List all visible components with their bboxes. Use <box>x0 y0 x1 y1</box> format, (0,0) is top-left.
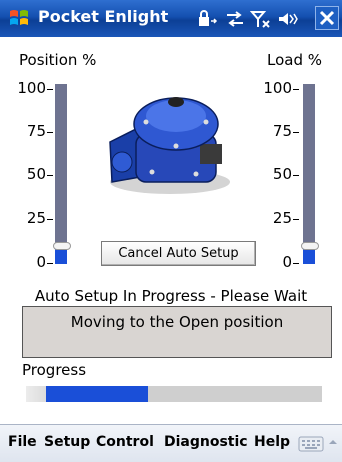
menu-help[interactable]: Help <box>254 434 290 450</box>
status-text: Auto Setup In Progress - Please Wait <box>34 287 308 305</box>
position-tick: 100 <box>17 79 46 97</box>
up-arrow-icon[interactable] <box>328 437 338 447</box>
menu-diagnostic[interactable]: Diagnostic <box>164 434 248 450</box>
menu-control[interactable]: Control <box>96 434 154 450</box>
position-tick: 75 <box>26 122 46 140</box>
position-tick: 25 <box>26 209 46 227</box>
position-thumb[interactable] <box>53 242 71 250</box>
title-bar: Pocket Enlight <box>0 0 342 37</box>
menu-bar: File Setup Control Diagnostic Help <box>0 424 342 462</box>
load-track <box>301 84 319 264</box>
windows-start-icon[interactable] <box>8 7 30 29</box>
progress-bar <box>26 386 322 402</box>
speaker-mute-icon[interactable] <box>276 9 298 29</box>
menu-file[interactable]: File <box>8 434 37 450</box>
app-title: Pocket Enlight <box>38 7 169 26</box>
load-tick: 75 <box>272 122 292 140</box>
lock-sync-icon[interactable] <box>196 9 218 29</box>
position-label: Position % <box>19 51 97 69</box>
menu-setup[interactable]: Setup <box>44 434 90 450</box>
close-icon <box>319 10 335 26</box>
actuator-image <box>109 97 230 194</box>
load-tick: 50 <box>272 165 292 183</box>
status-message: Moving to the Open position <box>70 313 284 331</box>
load-tick: 0 <box>282 253 292 271</box>
load-tick: 25 <box>272 209 292 227</box>
load-thumb[interactable] <box>301 242 319 250</box>
position-tick: 0 <box>36 253 46 271</box>
progress-label: Progress <box>22 361 87 379</box>
connectivity-icon[interactable] <box>224 9 246 29</box>
load-tick: 100 <box>263 79 292 97</box>
position-tick: 50 <box>26 165 46 183</box>
progress-fill <box>46 386 148 402</box>
status-message-box: Moving to the Open position <box>22 306 332 358</box>
close-button[interactable] <box>315 6 339 30</box>
keyboard-icon[interactable] <box>298 435 324 453</box>
cancel-auto-setup-button[interactable]: Cancel Auto Setup <box>101 241 256 266</box>
signal-off-icon[interactable] <box>250 9 272 29</box>
load-label: Load % <box>267 51 323 69</box>
position-track <box>53 84 71 264</box>
